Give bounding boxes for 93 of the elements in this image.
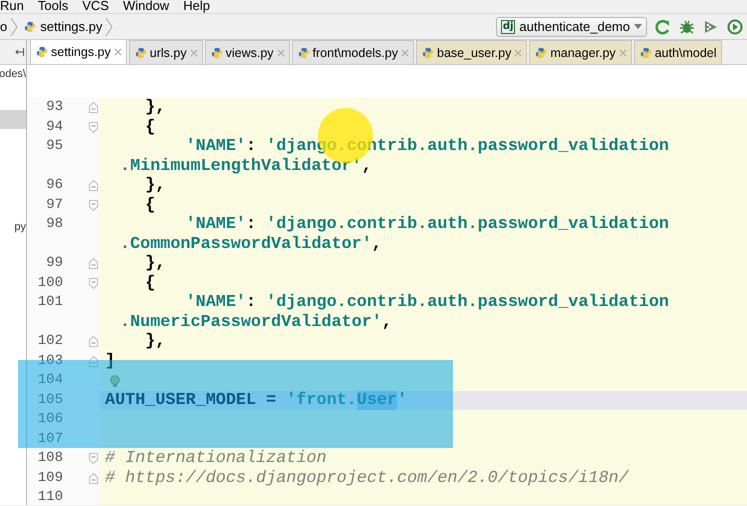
python-file-icon: [535, 46, 548, 58]
line-number: 94: [46, 118, 63, 136]
line-number: 107: [38, 430, 63, 448]
fold-end-icon[interactable]: [89, 356, 98, 367]
code-text: },: [144, 176, 166, 196]
fold-icon[interactable]: [89, 200, 98, 211]
code-text: :: [246, 293, 258, 312]
line-number: 95: [46, 137, 63, 156]
string-literal: .NumericPasswordValidator': [120, 312, 382, 332]
line-number: 104: [38, 371, 63, 390]
menu-item[interactable]: Tools: [38, 0, 68, 12]
code-comment: # Internationalization: [105, 449, 327, 468]
close-icon[interactable]: [190, 48, 198, 56]
menu-item[interactable]: Run: [0, 0, 24, 12]
line-number: 101: [38, 293, 63, 312]
code-text: ,: [372, 234, 382, 254]
tree-item[interactable]: py: [0, 218, 26, 237]
caret-icon: [634, 24, 642, 29]
profile-icon[interactable]: [727, 18, 743, 34]
python-file-icon: [24, 20, 36, 32]
editor-tab[interactable]: base_user.py: [416, 40, 528, 64]
string-literal: 'django.contrib.auth.password_validation: [266, 293, 669, 312]
code-text: },: [144, 98, 166, 118]
line-number: 102: [38, 332, 63, 351]
collapse-icon[interactable]: [15, 47, 24, 57]
code-text: ,: [362, 156, 372, 176]
selected-text: User: [356, 390, 398, 410]
rerun-icon[interactable]: [655, 18, 671, 34]
python-file-icon: [36, 46, 48, 58]
close-icon[interactable]: [276, 48, 285, 56]
code-text: {: [144, 274, 156, 293]
string-literal: .CommonPasswordValidator': [120, 234, 372, 254]
fold-icon[interactable]: [89, 278, 98, 289]
code-text: },: [144, 254, 166, 274]
code-text: ,: [382, 312, 392, 332]
python-file-icon: [422, 46, 434, 58]
code-text: {: [144, 118, 156, 137]
editor-tab[interactable]: manager.py: [529, 40, 632, 64]
chevron-icon: [105, 16, 114, 36]
string-literal: 'django.contrib.auth.password_validation: [266, 215, 669, 234]
chevron-icon: [10, 16, 18, 36]
coverage-icon[interactable]: [703, 18, 719, 34]
python-file-icon: [298, 46, 310, 58]
line-number: 108: [38, 449, 63, 468]
run-config-dropdown[interactable]: dj authenticate_demo: [496, 16, 647, 36]
line-number: 110: [38, 488, 63, 505]
fold-icon[interactable]: [89, 453, 98, 464]
menu-item[interactable]: VCS: [82, 0, 109, 12]
string-literal: 'front.: [286, 390, 357, 410]
breadcrumb[interactable]: o: [0, 19, 8, 34]
string-literal: .MinimumLengthValidator': [120, 156, 362, 176]
editor-tab[interactable]: views.py: [204, 40, 290, 64]
code-text: {: [144, 196, 156, 215]
code-text: },: [144, 332, 166, 352]
string-literal: ': [397, 390, 408, 410]
python-file-icon: [134, 46, 147, 58]
breadcrumb[interactable]: settings.py: [24, 19, 102, 34]
editor-tab[interactable]: urls.py: [128, 40, 203, 64]
code-text: AUTH_USER_MODEL =: [105, 390, 278, 410]
line-number: 93: [46, 98, 63, 117]
line-number: 98: [46, 215, 63, 234]
line-number: 109: [38, 468, 63, 488]
menu-item[interactable]: Window: [122, 0, 170, 12]
close-icon[interactable]: [618, 48, 627, 56]
fold-end-icon[interactable]: [89, 258, 98, 270]
fold-end-icon[interactable]: [89, 336, 98, 348]
fold-end-icon[interactable]: [89, 102, 98, 114]
string-literal: 'NAME': [184, 215, 246, 234]
line-number: 106: [38, 410, 63, 429]
editor-tab[interactable]: auth\model: [634, 40, 722, 64]
python-file-icon: [210, 46, 223, 58]
code-text: :: [246, 137, 258, 156]
python-file-icon: [640, 46, 652, 58]
line-number: 105: [38, 390, 63, 410]
close-icon[interactable]: [401, 48, 409, 56]
line-number: 96: [46, 176, 63, 195]
fold-icon[interactable]: [89, 122, 98, 133]
menu-item[interactable]: Help: [183, 0, 210, 12]
line-number: 99: [46, 254, 63, 273]
fold-end-icon[interactable]: [89, 472, 98, 484]
editor-tab[interactable]: settings.py: [30, 40, 127, 64]
lightbulb-icon[interactable]: [110, 375, 120, 388]
string-literal: 'NAME': [184, 293, 246, 312]
code-comment: # https://docs.djangoproject.com/en/2.0/topics/i18n/: [105, 468, 629, 488]
fold-end-icon[interactable]: [89, 180, 98, 192]
line-number: 100: [38, 274, 63, 292]
close-icon[interactable]: [514, 48, 522, 56]
close-icon[interactable]: [114, 48, 122, 56]
editor-tab[interactable]: front\models.py: [292, 40, 414, 64]
string-literal: 'NAME': [184, 137, 246, 156]
bug-icon[interactable]: [679, 18, 695, 34]
code-text: :: [246, 215, 258, 234]
line-number: 97: [46, 196, 63, 214]
